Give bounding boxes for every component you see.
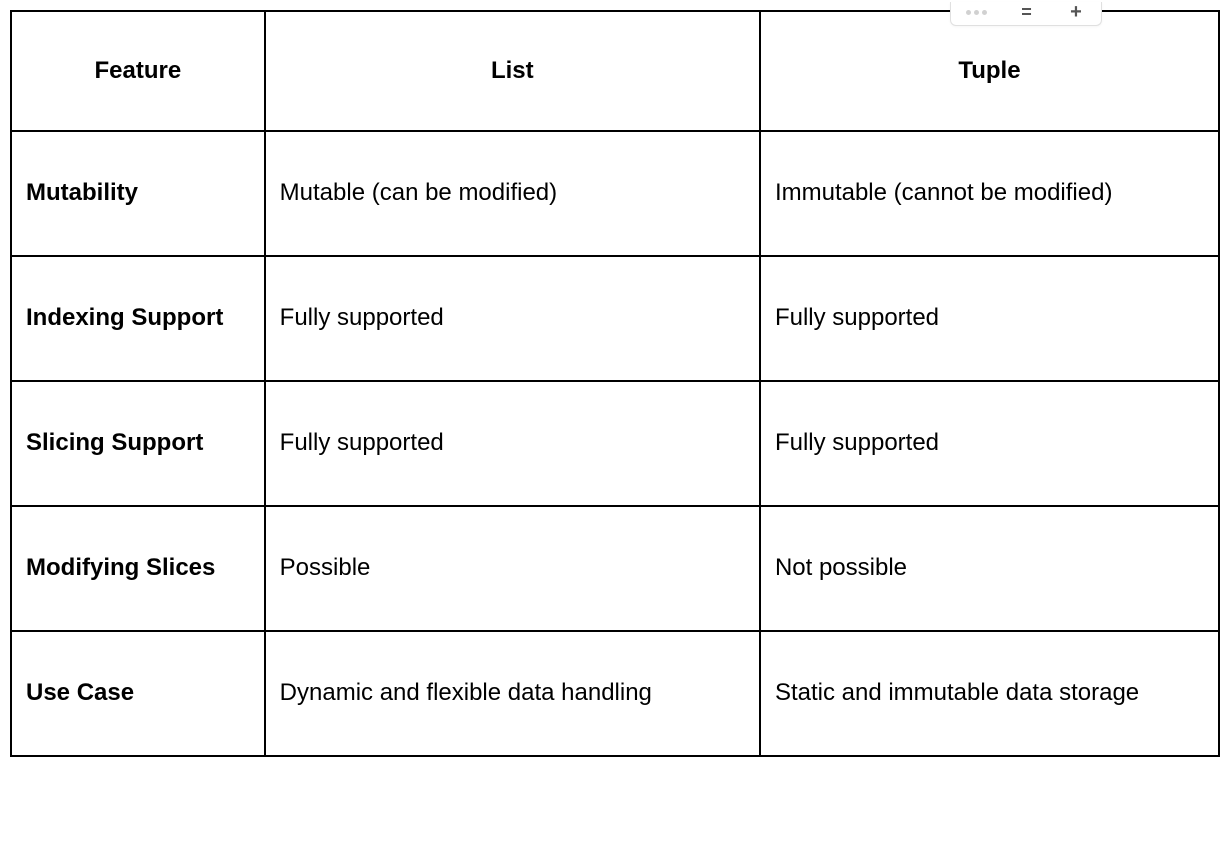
cell-tuple: Static and immutable data storage — [760, 631, 1219, 756]
table-row: Use Case Dynamic and flexible data handl… — [11, 631, 1219, 756]
table-row: Mutability Mutable (can be modified) Imm… — [11, 131, 1219, 256]
cell-feature: Indexing Support — [11, 256, 265, 381]
cell-list: Fully supported — [265, 381, 760, 506]
cell-tuple: Not possible — [760, 506, 1219, 631]
cell-feature: Slicing Support — [11, 381, 265, 506]
cell-list: Possible — [265, 506, 760, 631]
cell-tuple: Fully supported — [760, 256, 1219, 381]
cell-tuple: Fully supported — [760, 381, 1219, 506]
format-icon[interactable]: = — [1015, 3, 1037, 21]
cell-tuple: Immutable (cannot be modified) — [760, 131, 1219, 256]
cell-list: Mutable (can be modified) — [265, 131, 760, 256]
cell-feature: Mutability — [11, 131, 265, 256]
table-row: Modifying Slices Possible Not possible — [11, 506, 1219, 631]
more-options-icon[interactable] — [965, 4, 987, 22]
header-tuple: Tuple — [760, 11, 1219, 131]
header-feature: Feature — [11, 11, 265, 131]
cell-feature: Use Case — [11, 631, 265, 756]
cell-feature: Modifying Slices — [11, 506, 265, 631]
add-icon[interactable]: + — [1065, 3, 1087, 21]
header-list: List — [265, 11, 760, 131]
table-header-row: Feature List Tuple — [11, 11, 1219, 131]
table-row: Indexing Support Fully supported Fully s… — [11, 256, 1219, 381]
comparison-table-container: Feature List Tuple Mutability Mutable (c… — [0, 0, 1230, 767]
cell-list: Dynamic and flexible data handling — [265, 631, 760, 756]
floating-toolbar: = + — [950, 2, 1102, 26]
table-row: Slicing Support Fully supported Fully su… — [11, 381, 1219, 506]
cell-list: Fully supported — [265, 256, 760, 381]
comparison-table: Feature List Tuple Mutability Mutable (c… — [10, 10, 1220, 757]
